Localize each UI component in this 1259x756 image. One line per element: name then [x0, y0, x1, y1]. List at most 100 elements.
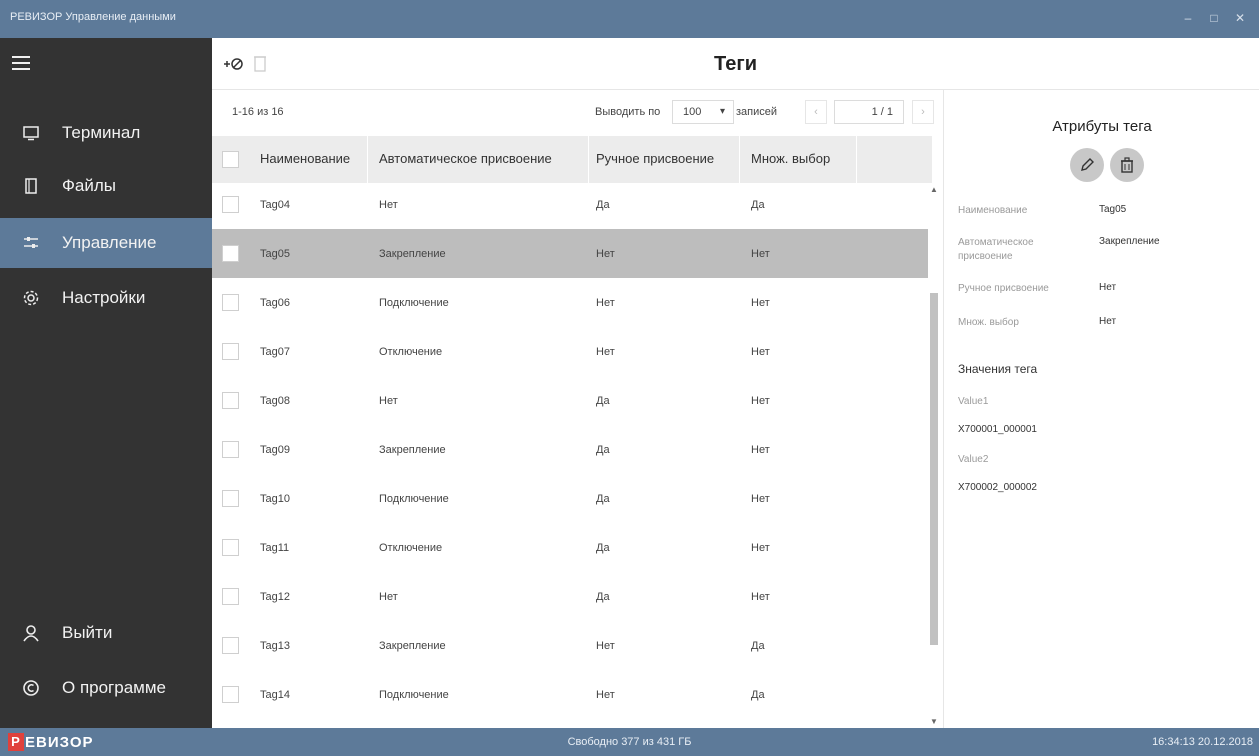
table-row[interactable]: Tag08 Нет Да Нет [212, 376, 928, 425]
row-checkbox[interactable] [222, 196, 239, 213]
sidebar-item-about[interactable]: О программе [0, 663, 212, 713]
table-cell: Отключение [379, 346, 443, 358]
table-cell: Tag09 [260, 444, 290, 456]
clock: 16:34:13 20.12.2018 [1152, 736, 1253, 748]
free-space-status: Свободно 377 из 431 ГБ [567, 736, 692, 748]
row-checkbox[interactable] [222, 490, 239, 507]
table-cell: Нет [751, 297, 770, 309]
value-label: Value2 [958, 454, 989, 465]
row-checkbox[interactable] [222, 294, 239, 311]
row-checkbox[interactable] [222, 392, 239, 409]
chevron-down-icon: ▾ [719, 106, 725, 117]
table-toolbar: 1-16 из 16 Выводить по 100 ▾ записей ‹ 1… [212, 90, 942, 136]
minimize-button[interactable]: – [1177, 8, 1199, 28]
table-cell: Tag06 [260, 297, 290, 309]
sidebar-item-files[interactable]: Файлы [0, 161, 212, 211]
records-label: записей [736, 106, 778, 118]
table-cell: Да [751, 199, 765, 211]
attr-value-manual: Нет [1099, 282, 1117, 293]
row-checkbox[interactable] [222, 441, 239, 458]
table-row[interactable]: Tag15ОтключениеНетДа [212, 719, 928, 728]
sidebar-item-label: Файлы [62, 176, 117, 195]
per-page-select[interactable]: 100 ▾ [672, 100, 734, 124]
prev-page-button[interactable]: ‹ [805, 100, 827, 124]
column-header-auto[interactable]: Автоматическое присвоение [369, 136, 589, 183]
table-cell: Да [596, 199, 610, 211]
file-icon [20, 175, 42, 197]
attr-label-multi: Множ. выбор [958, 317, 1019, 328]
user-icon [20, 622, 42, 644]
row-checkbox[interactable] [222, 588, 239, 605]
table-row[interactable]: Tag04 Нет Да Да [212, 183, 928, 229]
value-text: X700001_000001 [958, 424, 1037, 435]
close-button[interactable]: ✕ [1229, 8, 1251, 28]
per-page-value: 100 [683, 106, 702, 118]
attr-label-name: Наименование [958, 205, 1028, 216]
table-row[interactable]: Tag07 Отключение Нет Нет [212, 327, 928, 376]
table-cell: Нет [751, 395, 770, 407]
table-row[interactable]: Tag13 Закрепление Нет Да [212, 621, 928, 670]
sidebar-item-label: Выйти [62, 623, 113, 642]
sidebar-item-logout[interactable]: Выйти [0, 608, 212, 658]
sidebar: Терминал Файлы Управление Настройки Выйт… [0, 38, 212, 728]
scroll-up-icon[interactable]: ▲ [930, 185, 938, 194]
record-range: 1-16 из 16 [232, 106, 284, 118]
column-header-manual[interactable]: Ручное присвоение [590, 136, 740, 183]
table-header: Наименование Автоматическое присвоение Р… [212, 136, 932, 183]
column-header-multi[interactable]: Множ. выбор [741, 136, 857, 183]
row-checkbox[interactable] [222, 539, 239, 556]
row-checkbox[interactable] [222, 686, 239, 703]
table-cell: Нет [596, 346, 615, 358]
table-cell: Tag11 [260, 542, 290, 554]
row-checkbox[interactable] [222, 637, 239, 654]
monitor-icon [20, 122, 42, 144]
status-bar: Р ЕВИЗОР Свободно 377 из 431 ГБ 16:34:13… [0, 728, 1259, 756]
next-page-button[interactable]: › [912, 100, 934, 124]
main-area: Теги 1-16 из 16 Выводить по 100 ▾ записе… [212, 38, 1259, 728]
table-cell: Tag10 [260, 493, 290, 505]
table-cell: Нет [379, 591, 398, 603]
edit-tag-button[interactable] [1070, 148, 1104, 182]
table-row[interactable]: Tag14 Подключение Нет Да [212, 670, 928, 719]
column-header-name[interactable]: Наименование [250, 136, 368, 183]
attr-value-name: Tag05 [1099, 204, 1127, 215]
attr-value-multi: Нет [1099, 316, 1117, 327]
select-all-checkbox[interactable] [222, 151, 239, 168]
table-cell: Нет [596, 297, 615, 309]
table-row[interactable]: Tag05 Закрепление Нет Нет [212, 229, 928, 278]
table-cell: Нет [751, 248, 770, 260]
table-scrollbar[interactable]: ▲ ▼ [928, 183, 942, 728]
scroll-down-icon[interactable]: ▼ [930, 717, 938, 726]
hamburger-menu-button[interactable] [8, 48, 38, 78]
sidebar-item-label: О программе [62, 678, 167, 697]
table-cell: Tag08 [260, 395, 290, 407]
page-input[interactable]: 1 / 1 [834, 100, 904, 124]
panel-title: Атрибуты тега [1052, 118, 1152, 135]
sidebar-item-label: Управление [62, 233, 157, 252]
table-cell: Подключение [379, 297, 449, 309]
table-row[interactable]: Tag11 Отключение Да Нет [212, 523, 928, 572]
maximize-button[interactable]: □ [1203, 8, 1225, 28]
table-cell: Да [596, 542, 610, 554]
table-cell: Отключение [379, 542, 443, 554]
table-row[interactable]: Tag09 Закрепление Да Нет [212, 425, 928, 474]
row-checkbox[interactable] [222, 343, 239, 360]
table-row[interactable]: Tag06 Подключение Нет Нет [212, 278, 928, 327]
sidebar-item-settings[interactable]: Настройки [0, 273, 212, 323]
table-cell: Tag04 [260, 199, 290, 211]
table-cell: Подключение [379, 493, 449, 505]
table-cell: Нет [751, 493, 770, 505]
scroll-thumb[interactable] [930, 293, 938, 645]
table-cell: Tag13 [260, 640, 290, 652]
table-cell: Tag12 [260, 591, 290, 603]
table-row[interactable]: Tag12 Нет Да Нет [212, 572, 928, 621]
table-cell: Нет [379, 199, 398, 211]
table-cell: Закрепление [379, 248, 446, 260]
row-checkbox[interactable] [222, 245, 239, 262]
delete-tag-button[interactable] [1110, 148, 1144, 182]
copyright-icon [20, 677, 42, 699]
page-header: Теги [212, 38, 1259, 90]
sidebar-item-terminal[interactable]: Терминал [0, 108, 212, 158]
table-row[interactable]: Tag10 Подключение Да Нет [212, 474, 928, 523]
sidebar-item-management[interactable]: Управление [0, 218, 212, 268]
